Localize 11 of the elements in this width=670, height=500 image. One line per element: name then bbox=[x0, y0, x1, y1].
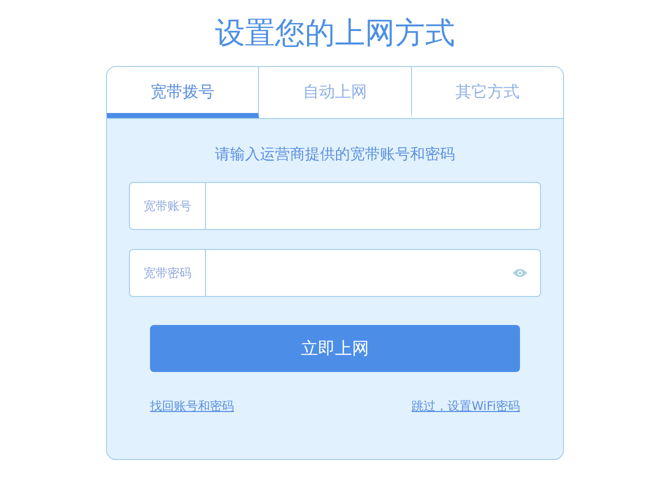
field-label: 宽带密码 bbox=[130, 250, 206, 296]
eye-icon[interactable] bbox=[512, 267, 528, 279]
tab[interactable]: 宽带拨号 bbox=[107, 67, 260, 118]
field-label: 宽带账号 bbox=[130, 183, 206, 229]
page-title: 设置您的上网方式 bbox=[215, 15, 455, 53]
submit-button[interactable]: 立即上网 bbox=[150, 325, 520, 372]
link[interactable]: 跳过，设置WiFi密码 bbox=[412, 398, 520, 415]
link[interactable]: 找回账号和密码 bbox=[150, 398, 234, 415]
instruction-text: 请输入运营商提供的宽带账号和密码 bbox=[215, 145, 455, 164]
input-field[interactable]: 宽带账号 bbox=[129, 182, 541, 230]
input-field[interactable]: 宽带密码 bbox=[129, 249, 541, 297]
